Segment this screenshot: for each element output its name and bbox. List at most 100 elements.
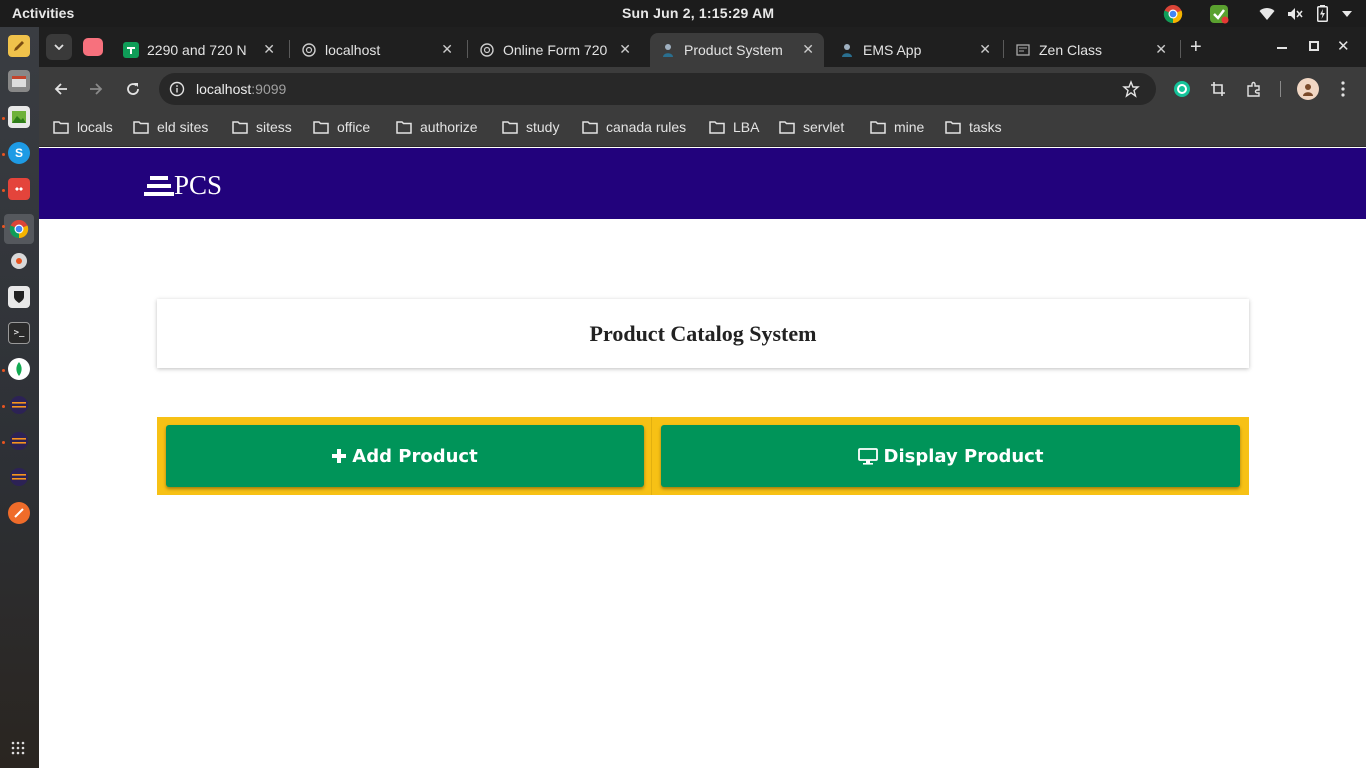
folder-icon — [709, 121, 725, 134]
folder-icon — [582, 121, 598, 134]
reload-button[interactable] — [123, 79, 143, 99]
tab-title: localhost — [325, 42, 381, 58]
tab-title: Online Form 720 — [503, 42, 608, 58]
tab-close-icon[interactable]: ✕ — [979, 41, 991, 58]
bookmark-folder-eld-sites[interactable]: eld sites — [133, 119, 208, 135]
tab-product-system[interactable]: Product System ✕ — [650, 33, 824, 67]
activities-button[interactable]: Activities — [12, 5, 74, 21]
tab-ems-app[interactable]: EMS App ✕ — [829, 33, 1001, 67]
tab-search-button[interactable] — [46, 34, 72, 60]
folder-icon — [945, 121, 961, 134]
tab-strip: 2290 and 720 N ✕ localhost ✕ Online Form… — [39, 27, 1366, 67]
tab-close-icon[interactable]: ✕ — [619, 41, 631, 58]
bookmark-folder-canada-rules[interactable]: canada rules — [582, 119, 686, 135]
site-info-icon[interactable] — [169, 81, 185, 97]
bookmark-folder-mine[interactable]: mine — [870, 119, 924, 135]
folder-icon — [870, 121, 886, 134]
bookmark-label: study — [526, 119, 560, 135]
anydesk-icon[interactable] — [8, 178, 30, 200]
eclipse-icon[interactable] — [8, 394, 30, 416]
brand-text: PCS — [174, 170, 223, 200]
battery-icon[interactable] — [1314, 4, 1330, 23]
system-top-bar: Activities Sun Jun 2, 1:15:29 AM — [0, 0, 1366, 27]
system-menu-arrow-icon[interactable] — [1340, 4, 1354, 23]
action-button-group: Add Product Display Product — [157, 417, 1249, 495]
eclipse-icon-2[interactable] — [8, 430, 30, 452]
web-page: PCS Product Catalog System Add Product D… — [39, 148, 1366, 768]
address-bar[interactable]: localhost:9099 — [159, 73, 1156, 105]
image-viewer-icon[interactable] — [8, 106, 30, 128]
tab-group-chip[interactable] — [83, 38, 103, 56]
bookmark-folder-sitess[interactable]: sitess — [232, 119, 292, 135]
reload-icon — [127, 83, 139, 95]
person-icon — [839, 42, 855, 58]
wifi-icon[interactable] — [1258, 4, 1276, 23]
bookmark-folder-office[interactable]: office — [313, 119, 370, 135]
page-title: Product Catalog System — [589, 320, 817, 346]
file-manager-icon[interactable] — [8, 70, 30, 92]
postman-icon[interactable] — [8, 502, 30, 524]
eclipse-icon-3[interactable] — [8, 466, 30, 488]
folder-icon — [53, 121, 69, 134]
bookmark-star-icon[interactable] — [1122, 80, 1140, 98]
folder-icon — [232, 121, 248, 134]
person-icon — [660, 42, 676, 58]
folder-icon — [313, 121, 329, 134]
system-clock[interactable]: Sun Jun 2, 1:15:29 AM — [622, 5, 774, 21]
url-host: localhost — [196, 81, 252, 97]
minimize-button[interactable] — [1277, 47, 1287, 49]
volume-muted-icon[interactable] — [1286, 4, 1304, 23]
ubuntu-dock: S >_ — [0, 27, 39, 768]
chevron-down-icon — [54, 44, 64, 50]
profile-avatar[interactable] — [1297, 78, 1319, 100]
brand-logo[interactable]: PCS — [144, 170, 222, 201]
tab-zen-class[interactable]: Zen Class ✕ — [1005, 33, 1177, 67]
tab-close-icon[interactable]: ✕ — [441, 41, 453, 58]
new-tab-button[interactable]: + — [1190, 37, 1202, 57]
skype-icon[interactable]: S — [8, 142, 30, 164]
tab-localhost[interactable]: localhost ✕ — [291, 33, 463, 67]
chrome-tray-icon[interactable] — [1162, 4, 1184, 23]
bookmark-folder-study[interactable]: study — [502, 119, 559, 135]
tab-2290[interactable]: 2290 and 720 N ✕ — [113, 33, 285, 67]
browser-window: 2290 and 720 N ✕ localhost ✕ Online Form… — [39, 27, 1366, 768]
tab-close-icon[interactable]: ✕ — [263, 41, 275, 58]
bookmark-folder-lba[interactable]: LBA — [709, 119, 759, 135]
bookmark-folder-servlet[interactable]: servlet — [779, 119, 844, 135]
browser-menu-icon[interactable] — [1333, 79, 1353, 99]
bookmark-label: authorize — [420, 119, 478, 135]
add-product-label: Add Product — [352, 445, 478, 467]
extensions-puzzle-icon[interactable] — [1244, 79, 1264, 99]
chrome-dock-icon[interactable] — [4, 214, 34, 244]
show-applications-icon[interactable] — [11, 741, 25, 760]
terminal-icon[interactable]: >_ — [8, 322, 30, 344]
back-button[interactable] — [51, 79, 71, 99]
back-arrow-icon — [54, 83, 67, 95]
tab-close-icon[interactable]: ✕ — [1155, 41, 1167, 58]
grammarly-extension-icon[interactable] — [1172, 79, 1192, 99]
browser-toolbar: localhost:9099 — [39, 67, 1366, 111]
bookmark-folder-authorize[interactable]: authorize — [396, 119, 478, 135]
bookmark-folder-locals[interactable]: locals — [53, 119, 113, 135]
screenshot-extension-icon[interactable] — [1208, 79, 1228, 99]
forward-button[interactable] — [86, 79, 106, 99]
text-editor-icon[interactable] — [8, 35, 30, 57]
url-port: :9099 — [251, 81, 287, 97]
bookmark-folder-tasks[interactable]: tasks — [945, 119, 1002, 135]
settings-gear-icon[interactable] — [8, 250, 30, 272]
display-product-button[interactable]: Display Product — [661, 425, 1240, 487]
vpn-shield-icon[interactable] — [8, 286, 30, 308]
bookmark-label: mine — [894, 119, 925, 135]
add-product-button[interactable]: Add Product — [166, 425, 644, 487]
mongodb-compass-icon[interactable] — [8, 358, 30, 380]
update-check-icon[interactable] — [1208, 4, 1230, 23]
bookmark-label: servlet — [803, 119, 845, 135]
tab-title: Zen Class — [1039, 42, 1103, 58]
brand-stack-icon — [144, 175, 174, 196]
desktop-monitor-icon — [857, 447, 878, 465]
close-window-button[interactable]: ✕ — [1337, 37, 1350, 55]
page-icon — [1015, 42, 1031, 58]
tab-online-form[interactable]: Online Form 720 ✕ — [469, 33, 641, 67]
restore-button[interactable] — [1309, 41, 1319, 51]
tab-close-icon[interactable]: ✕ — [802, 41, 814, 58]
